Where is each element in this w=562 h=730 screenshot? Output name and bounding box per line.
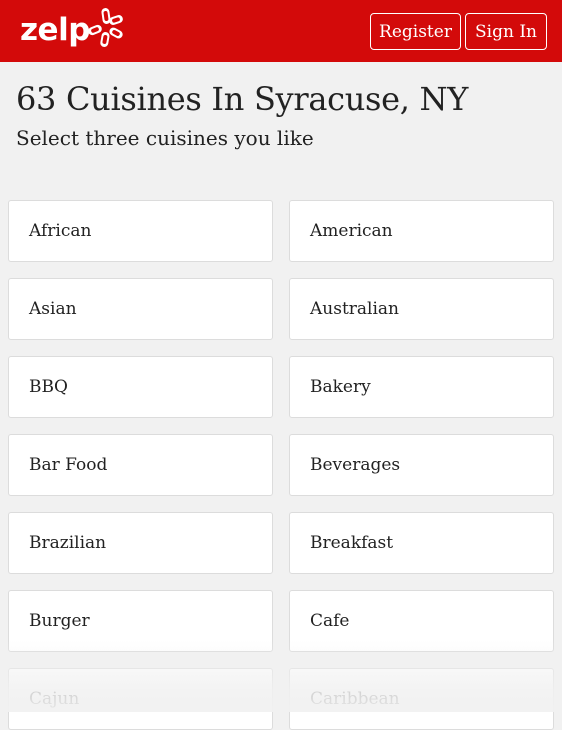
zelp-logo[interactable]: zelp [20,8,125,52]
cuisine-card-burger[interactable]: Burger [8,590,273,652]
cuisine-card-brazilian[interactable]: Brazilian [8,512,273,574]
cuisine-card-bakery[interactable]: Bakery [289,356,554,418]
cuisine-card-cafe[interactable]: Cafe [289,590,554,652]
cuisine-card-bar-food[interactable]: Bar Food [8,434,273,496]
cuisine-grid: African American Asian Australian BBQ Ba… [8,200,554,730]
burst-icon [88,8,123,47]
cuisine-card-australian[interactable]: Australian [289,278,554,340]
page-subtitle: Select three cuisines you like [16,126,314,150]
page-title: 63 Cuisines In Syracuse, NY [16,80,469,118]
top-bar: zelp Register Sign In [0,0,562,62]
register-button[interactable]: Register [370,13,461,50]
cuisine-card-asian[interactable]: Asian [8,278,273,340]
cuisine-card-bbq[interactable]: BBQ [8,356,273,418]
cuisine-card-cajun[interactable]: Cajun [8,668,273,730]
cuisine-card-african[interactable]: African [8,200,273,262]
cuisine-card-caribbean[interactable]: Caribbean [289,668,554,730]
logo-wordmark: zelp [20,11,90,48]
cuisine-card-beverages[interactable]: Beverages [289,434,554,496]
sign-in-button[interactable]: Sign In [465,13,547,50]
cuisine-card-american[interactable]: American [289,200,554,262]
cuisine-card-breakfast[interactable]: Breakfast [289,512,554,574]
